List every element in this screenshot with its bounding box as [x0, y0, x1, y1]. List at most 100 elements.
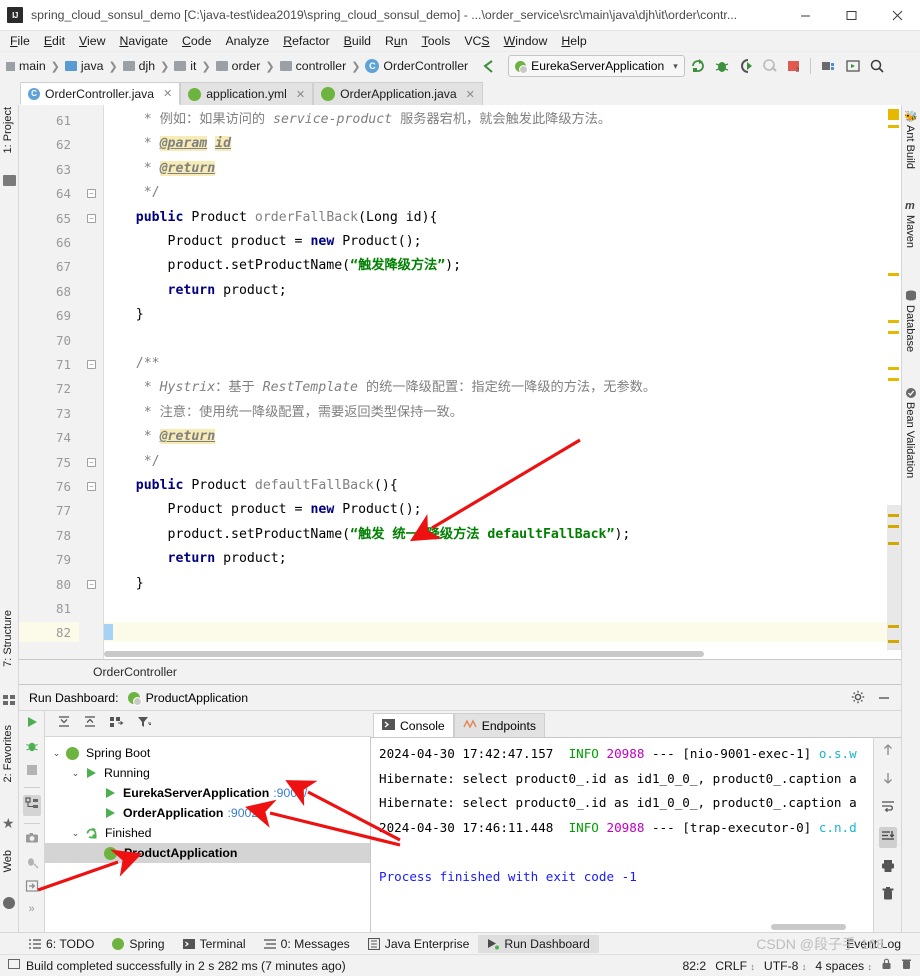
menu-navigate[interactable]: Navigate [112, 32, 175, 50]
breadcrumb-item-java[interactable]: java [81, 59, 104, 73]
breadcrumb-item-main[interactable]: main [19, 59, 46, 73]
code-area[interactable]: * 例如：如果访问的 service-product 服务器宕机，就会触发此降级… [104, 105, 901, 659]
tree-row-selected[interactable]: ProductApplication [45, 843, 370, 863]
collapse-all-icon[interactable] [83, 715, 97, 732]
close-icon[interactable] [874, 0, 920, 31]
menu-window[interactable]: Window [497, 32, 555, 50]
chevron-down-icon[interactable]: ⌄ [70, 768, 81, 779]
editor-tab-orderapplication[interactable]: OrderApplication.java ✕ [313, 82, 483, 105]
file-encoding[interactable]: UTF-8 ↕ [764, 959, 806, 973]
back-arrow-icon[interactable] [478, 55, 500, 77]
editor-tab-applicationyml[interactable]: application.yml ✕ [180, 82, 314, 105]
fold-marker[interactable]: − [87, 482, 96, 491]
minimize-icon[interactable] [877, 690, 891, 707]
fold-gutter[interactable]: − − − − − − [79, 105, 104, 659]
maximize-icon[interactable] [828, 0, 874, 31]
menu-vcs[interactable]: VCS [457, 32, 496, 50]
sidebar-item-structure[interactable]: 7: Structure [2, 610, 14, 667]
toolwindow-run-dashboard[interactable]: Run Dashboard [478, 934, 599, 953]
sidebar-item-bean-validation[interactable]: Bean Validation [904, 402, 916, 478]
tree-row[interactable]: ⌄ Spring Boot [45, 743, 370, 763]
run-dashboard-icon[interactable] [842, 55, 864, 77]
editor-vertical-scrollbar[interactable] [887, 505, 901, 650]
close-icon[interactable]: ✕ [163, 87, 172, 100]
code-editor[interactable]: 61 62 63 64 65 66 67 68 69 70 71 72 73 74 75 76 77 78 79 80… [19, 105, 901, 660]
stop-icon[interactable] [25, 763, 39, 780]
toolwindow-spring[interactable]: Spring [103, 935, 173, 953]
caret-position[interactable]: 82:2 [682, 959, 706, 973]
tree-row-port-link[interactable]: :9000/ [273, 786, 307, 800]
menu-analyze[interactable]: Analyze [218, 32, 276, 50]
menu-run[interactable]: Run [378, 32, 415, 50]
breadcrumb-item-it[interactable]: it [190, 59, 196, 73]
gear-icon[interactable] [851, 690, 865, 707]
scroll-up-icon[interactable] [881, 743, 895, 760]
scroll-down-icon[interactable] [881, 771, 895, 788]
close-icon[interactable]: ✕ [466, 88, 475, 101]
menu-file[interactable]: File [3, 32, 37, 50]
sidebar-item-ant-build[interactable]: Ant Build [904, 125, 916, 169]
fold-marker[interactable]: − [87, 213, 96, 223]
toolwindow-messages[interactable]: 0: Messages [255, 935, 359, 953]
trash-icon[interactable] [901, 958, 912, 973]
tree-row[interactable]: ⌄ Finished [45, 823, 370, 843]
run-with-coverage-icon[interactable] [735, 55, 757, 77]
fold-marker[interactable]: − [87, 189, 96, 199]
more-icon[interactable]: » [28, 903, 34, 915]
menu-tools[interactable]: Tools [415, 32, 458, 50]
tree-row[interactable]: ⌄ Running [45, 763, 370, 783]
scroll-to-end-icon[interactable] [878, 827, 897, 848]
debug-icon[interactable] [711, 55, 733, 77]
stripe-marker[interactable] [888, 273, 899, 276]
toolwindow-todo[interactable]: 6: TODO [20, 935, 103, 953]
run-dashboard-tree[interactable]: ⌄ Spring Boot ⌄ Running EurekaServerApplicat… [45, 737, 371, 933]
breadcrumb-item-ordercontroller[interactable]: OrderController [383, 59, 468, 73]
toolwindow-java-enterprise[interactable]: Java Enterprise [359, 935, 479, 953]
run-icon[interactable] [25, 715, 39, 732]
menu-code[interactable]: Code [175, 32, 218, 50]
menu-refactor[interactable]: Refactor [276, 32, 336, 50]
print-icon[interactable] [881, 859, 895, 876]
menu-edit[interactable]: Edit [37, 32, 72, 50]
show-config-icon[interactable] [22, 795, 41, 816]
line-separator[interactable]: CRLF ↕ [715, 959, 755, 973]
close-icon[interactable]: ✕ [296, 88, 305, 101]
toolwindow-event-log[interactable]: Event Log [837, 935, 910, 953]
menu-build[interactable]: Build [337, 32, 378, 50]
editor-tab-ordercontroller[interactable]: C OrderController.java ✕ [20, 82, 181, 105]
sidebar-item-database[interactable]: Database [904, 305, 916, 352]
screenshot-icon[interactable] [25, 831, 39, 848]
sidebar-item-maven[interactable]: Maven [904, 215, 916, 248]
expand-all-icon[interactable] [57, 715, 71, 732]
tree-row[interactable]: EurekaServerApplication :9000/ [45, 783, 370, 803]
editor-horizontal-scrollbar[interactable] [104, 651, 704, 657]
breadcrumb-item-djh[interactable]: djh [139, 59, 155, 73]
menu-view[interactable]: View [72, 32, 112, 50]
breadcrumb-item-order[interactable]: order [232, 59, 261, 73]
filter-icon[interactable] [137, 715, 153, 732]
sidebar-item-project[interactable]: 1: Project [2, 107, 14, 153]
fold-marker[interactable]: − [87, 360, 96, 369]
console-horizontal-scrollbar[interactable] [771, 924, 846, 930]
stripe-marker[interactable] [888, 378, 899, 381]
stripe-marker[interactable] [888, 125, 899, 128]
debug-icon[interactable] [25, 739, 39, 756]
tab-console[interactable]: Console [373, 713, 454, 737]
clear-all-icon[interactable] [881, 887, 895, 904]
lock-icon[interactable] [881, 958, 892, 973]
stop-icon[interactable]: 2 [783, 55, 805, 77]
menu-help[interactable]: Help [554, 32, 593, 50]
soft-wrap-icon[interactable] [881, 799, 895, 816]
breadcrumb-item-controller[interactable]: controller [296, 59, 347, 73]
tree-row[interactable]: OrderApplication :9002/ [45, 803, 370, 823]
console-output[interactable]: 2024-04-30 17:42:47.157 INFO 20988 --- [… [371, 737, 901, 933]
chevron-down-icon[interactable]: ⌄ [70, 828, 81, 839]
stripe-marker[interactable] [888, 331, 899, 334]
tree-row-port-link[interactable]: :9002/ [227, 806, 261, 820]
tab-endpoints[interactable]: Endpoints [453, 713, 545, 737]
debug-attach-icon[interactable] [25, 855, 39, 872]
toolwindow-terminal[interactable]: Terminal [174, 935, 255, 953]
rerun-icon[interactable] [687, 55, 709, 77]
group-by-icon[interactable] [109, 715, 125, 732]
stripe-marker[interactable] [888, 367, 899, 370]
